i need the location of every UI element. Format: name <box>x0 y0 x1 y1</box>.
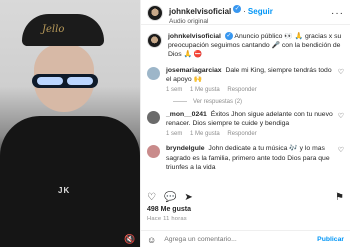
caption-username[interactable]: johnkelvisoficial <box>168 33 221 40</box>
view-replies-label[interactable]: Ver respuestas (2) <box>193 99 242 105</box>
action-bar: ♡ 💬 ➤ ⚑ <box>141 190 350 204</box>
avatar[interactable] <box>147 145 160 159</box>
video-jacket <box>0 116 140 247</box>
share-icon[interactable]: ➤ <box>184 192 192 203</box>
post-time: Hace 11 horas <box>147 216 187 222</box>
jacket-logo: JK <box>58 186 71 195</box>
video-glasses <box>32 74 98 88</box>
post-viewer: Jello JK 🔇 johnkelvisoficial ✓ · Seguir Aud… <box>0 0 350 247</box>
comment-input[interactable] <box>162 235 318 244</box>
header-name-line: johnkelvisoficial ✓ · Seguir <box>169 1 273 19</box>
avatar[interactable] <box>147 33 162 48</box>
comment-likes[interactable]: 1 Me gusta <box>190 87 220 93</box>
comment-row: _mon__0241 Éxitos Jhon sigue adelante co… <box>141 107 350 141</box>
replies-line <box>173 101 187 103</box>
post-panel: johnkelvisoficial ✓ · Seguir Audio original… <box>140 0 350 247</box>
follow-button[interactable]: Seguir <box>248 7 273 16</box>
heart-icon[interactable]: ♡ <box>334 68 344 94</box>
caption-body: johnkelvisoficial ✓ Anuncio público 👀 🙏 g… <box>168 32 344 60</box>
avatar[interactable] <box>147 66 160 80</box>
mute-icon[interactable]: 🔇 <box>124 234 135 244</box>
comment-meta: 1 sem 1 Me gusta Responder <box>166 86 334 94</box>
bookmark-icon[interactable]: ⚑ <box>335 192 344 203</box>
avatar[interactable] <box>147 5 163 21</box>
video-player[interactable]: Jello JK 🔇 <box>0 0 140 247</box>
header-meta: johnkelvisoficial ✓ · Seguir Audio original <box>169 1 273 26</box>
cap-logo: Jello <box>42 24 65 35</box>
comment-time[interactable]: 1 sem <box>166 87 182 93</box>
verified-icon: ✓ <box>233 5 242 14</box>
comment-icon[interactable]: 💬 <box>164 192 176 203</box>
comment-meta: 1 sem 1 Me gusta Responder <box>166 130 334 138</box>
comment-body: bryndelgule John dedicate a tu música 🎶 … <box>166 144 334 172</box>
reply-button[interactable]: Responder <box>227 87 256 93</box>
username-link[interactable]: johnkelvisoficial <box>169 7 231 16</box>
comment-time[interactable]: 1 sem <box>166 131 182 137</box>
comment-username[interactable]: _mon__0241 <box>166 111 207 118</box>
heart-icon[interactable]: ♡ <box>334 146 344 172</box>
comment-username[interactable]: bryndelgule <box>166 145 205 152</box>
post-header: johnkelvisoficial ✓ · Seguir Audio original… <box>141 0 350 26</box>
ellipsis-icon[interactable]: ··· <box>331 8 344 19</box>
comments-scroll[interactable]: johnkelvisoficial ✓ Anuncio público 👀 🙏 g… <box>141 29 350 189</box>
comment-likes[interactable]: 1 Me gusta <box>190 131 220 137</box>
audio-link[interactable]: Audio original <box>169 18 273 25</box>
comment-bar: ☺ Publicar <box>141 230 350 248</box>
heart-icon[interactable]: ♡ <box>334 112 344 138</box>
emoji-icon[interactable]: ☺ <box>147 235 156 245</box>
comment-row: bryndelgule John dedicate a tu música 🎶 … <box>141 141 350 175</box>
likes-count[interactable]: 498 Me gusta <box>147 206 191 213</box>
heart-icon[interactable]: ♡ <box>147 192 156 203</box>
avatar[interactable] <box>147 110 160 124</box>
view-replies[interactable]: Ver respuestas (2) <box>141 97 350 107</box>
verified-icon: ✓ <box>224 32 233 41</box>
separator-dot: · <box>243 6 246 16</box>
caption-row: johnkelvisoficial ✓ Anuncio público 👀 🙏 g… <box>141 29 350 63</box>
reply-button[interactable]: Responder <box>227 131 256 137</box>
comment-row: josemariagarciax Dale mi King, siempre t… <box>141 63 350 97</box>
comment-body: josemariagarciax Dale mi King, siempre t… <box>166 66 334 94</box>
comment-username[interactable]: josemariagarciax <box>166 67 222 74</box>
comment-body: _mon__0241 Éxitos Jhon sigue adelante co… <box>166 110 334 138</box>
post-button[interactable]: Publicar <box>317 236 344 243</box>
